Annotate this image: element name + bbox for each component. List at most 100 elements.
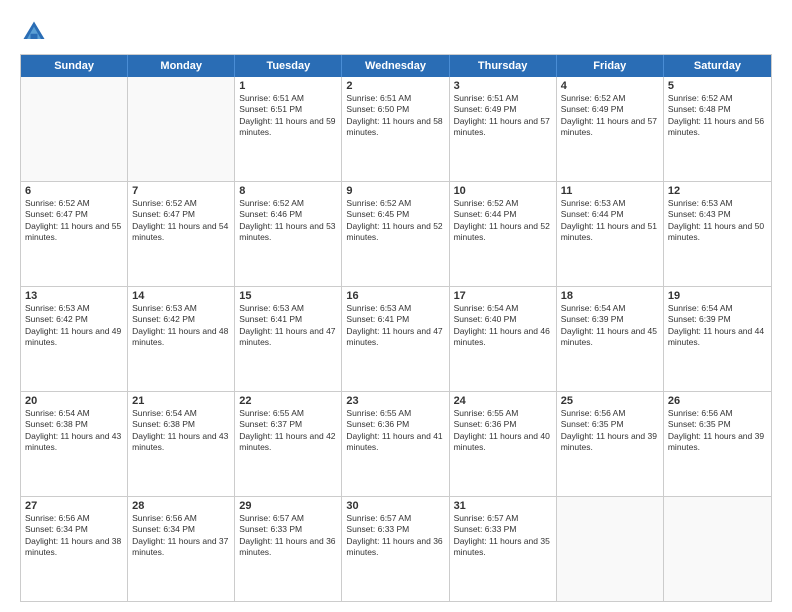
day-number: 6 xyxy=(25,185,123,197)
cell-info: Sunrise: 6:55 AM Sunset: 6:36 PM Dayligh… xyxy=(346,408,444,454)
calendar-cell: 7Sunrise: 6:52 AM Sunset: 6:47 PM Daylig… xyxy=(128,182,235,286)
day-number: 18 xyxy=(561,290,659,302)
calendar-cell: 31Sunrise: 6:57 AM Sunset: 6:33 PM Dayli… xyxy=(450,497,557,601)
day-number: 16 xyxy=(346,290,444,302)
day-number: 7 xyxy=(132,185,230,197)
cell-info: Sunrise: 6:56 AM Sunset: 6:35 PM Dayligh… xyxy=(561,408,659,454)
calendar-cell: 1Sunrise: 6:51 AM Sunset: 6:51 PM Daylig… xyxy=(235,77,342,181)
day-number: 19 xyxy=(668,290,767,302)
day-number: 11 xyxy=(561,185,659,197)
calendar-cell: 19Sunrise: 6:54 AM Sunset: 6:39 PM Dayli… xyxy=(664,287,771,391)
calendar-cell: 23Sunrise: 6:55 AM Sunset: 6:36 PM Dayli… xyxy=(342,392,449,496)
day-number: 5 xyxy=(668,80,767,92)
cell-info: Sunrise: 6:57 AM Sunset: 6:33 PM Dayligh… xyxy=(239,513,337,559)
cell-info: Sunrise: 6:51 AM Sunset: 6:51 PM Dayligh… xyxy=(239,93,337,139)
calendar-cell: 10Sunrise: 6:52 AM Sunset: 6:44 PM Dayli… xyxy=(450,182,557,286)
day-number: 17 xyxy=(454,290,552,302)
day-number: 21 xyxy=(132,395,230,407)
calendar-cell xyxy=(21,77,128,181)
day-number: 30 xyxy=(346,500,444,512)
weekday-header-friday: Friday xyxy=(557,55,664,77)
cell-info: Sunrise: 6:53 AM Sunset: 6:41 PM Dayligh… xyxy=(346,303,444,349)
calendar-cell: 16Sunrise: 6:53 AM Sunset: 6:41 PM Dayli… xyxy=(342,287,449,391)
calendar-row-5: 27 Sunrise: 6:56 AM Sunset: 6:34 PM Dayli… xyxy=(21,496,771,601)
calendar-cell: 29Sunrise: 6:57 AM Sunset: 6:33 PM Dayli… xyxy=(235,497,342,601)
calendar-cell: 30Sunrise: 6:57 AM Sunset: 6:33 PM Dayli… xyxy=(342,497,449,601)
cell-info: Sunrise: 6:55 AM Sunset: 6:37 PM Dayligh… xyxy=(239,408,337,454)
calendar-cell: 9Sunrise: 6:52 AM Sunset: 6:45 PM Daylig… xyxy=(342,182,449,286)
cell-info: Sunrise: 6:56 AM Sunset: 6:35 PM Dayligh… xyxy=(668,408,767,454)
cell-info: Sunrise: 6:55 AM Sunset: 6:36 PM Dayligh… xyxy=(454,408,552,454)
cell-info: Sunrise: 6:54 AM Sunset: 6:38 PM Dayligh… xyxy=(25,408,123,454)
calendar-cell: 8Sunrise: 6:52 AM Sunset: 6:46 PM Daylig… xyxy=(235,182,342,286)
cell-info: Sunrise: 6:54 AM Sunset: 6:40 PM Dayligh… xyxy=(454,303,552,349)
cell-info: Sunrise: 6:53 AM Sunset: 6:41 PM Dayligh… xyxy=(239,303,337,349)
calendar-cell xyxy=(128,77,235,181)
day-number: 13 xyxy=(25,290,123,302)
weekday-header-wednesday: Wednesday xyxy=(342,55,449,77)
cell-info: Sunrise: 6:53 AM Sunset: 6:44 PM Dayligh… xyxy=(561,198,659,244)
day-number: 20 xyxy=(25,395,123,407)
day-number: 26 xyxy=(668,395,767,407)
calendar: SundayMondayTuesdayWednesdayThursdayFrid… xyxy=(20,54,772,602)
calendar-cell: 18Sunrise: 6:54 AM Sunset: 6:39 PM Dayli… xyxy=(557,287,664,391)
cell-info: Sunrise: 6:52 AM Sunset: 6:46 PM Dayligh… xyxy=(239,198,337,244)
page: SundayMondayTuesdayWednesdayThursdayFrid… xyxy=(0,0,792,612)
weekday-header-sunday: Sunday xyxy=(21,55,128,77)
weekday-header-saturday: Saturday xyxy=(664,55,771,77)
calendar-cell: 12Sunrise: 6:53 AM Sunset: 6:43 PM Dayli… xyxy=(664,182,771,286)
cell-info: Sunrise: 6:52 AM Sunset: 6:47 PM Dayligh… xyxy=(25,198,123,244)
day-number: 23 xyxy=(346,395,444,407)
day-number: 15 xyxy=(239,290,337,302)
cell-info: Sunrise: 6:53 AM Sunset: 6:42 PM Dayligh… xyxy=(25,303,123,349)
cell-info: Sunrise: 6:52 AM Sunset: 6:49 PM Dayligh… xyxy=(561,93,659,139)
calendar-cell: 22Sunrise: 6:55 AM Sunset: 6:37 PM Dayli… xyxy=(235,392,342,496)
calendar-cell: 26Sunrise: 6:56 AM Sunset: 6:35 PM Dayli… xyxy=(664,392,771,496)
calendar-row-1: 1Sunrise: 6:51 AM Sunset: 6:51 PM Daylig… xyxy=(21,77,771,181)
cell-info: Sunrise: 6:54 AM Sunset: 6:38 PM Dayligh… xyxy=(132,408,230,454)
day-number: 4 xyxy=(561,80,659,92)
calendar-cell: 27Sunrise: 6:56 AM Sunset: 6:34 PM Dayli… xyxy=(21,497,128,601)
calendar-cell: 6Sunrise: 6:52 AM Sunset: 6:47 PM Daylig… xyxy=(21,182,128,286)
day-number: 10 xyxy=(454,185,552,197)
cell-info: Sunrise: 6:54 AM Sunset: 6:39 PM Dayligh… xyxy=(561,303,659,349)
cell-info: Sunrise: 6:52 AM Sunset: 6:44 PM Dayligh… xyxy=(454,198,552,244)
cell-info: Sunrise: 6:53 AM Sunset: 6:42 PM Dayligh… xyxy=(132,303,230,349)
weekday-header-thursday: Thursday xyxy=(450,55,557,77)
calendar-row-4: 20Sunrise: 6:54 AM Sunset: 6:38 PM Dayli… xyxy=(21,391,771,496)
day-number: 24 xyxy=(454,395,552,407)
weekday-header-tuesday: Tuesday xyxy=(235,55,342,77)
weekday-header-monday: Monday xyxy=(128,55,235,77)
cell-info: Sunrise: 6:57 AM Sunset: 6:33 PM Dayligh… xyxy=(454,513,552,559)
day-number: 29 xyxy=(239,500,337,512)
calendar-cell: 21Sunrise: 6:54 AM Sunset: 6:38 PM Dayli… xyxy=(128,392,235,496)
calendar-header: SundayMondayTuesdayWednesdayThursdayFrid… xyxy=(21,55,771,77)
cell-info: Sunrise: 6:57 AM Sunset: 6:33 PM Dayligh… xyxy=(346,513,444,559)
cell-info: Sunrise: 6:51 AM Sunset: 6:49 PM Dayligh… xyxy=(454,93,552,139)
calendar-cell: 24Sunrise: 6:55 AM Sunset: 6:36 PM Dayli… xyxy=(450,392,557,496)
calendar-cell: 15Sunrise: 6:53 AM Sunset: 6:41 PM Dayli… xyxy=(235,287,342,391)
day-number: 12 xyxy=(668,185,767,197)
calendar-cell: 28Sunrise: 6:56 AM Sunset: 6:34 PM Dayli… xyxy=(128,497,235,601)
day-number: 14 xyxy=(132,290,230,302)
day-number: 3 xyxy=(454,80,552,92)
day-number: 27 xyxy=(25,500,123,512)
day-number: 31 xyxy=(454,500,552,512)
day-number: 25 xyxy=(561,395,659,407)
cell-info: Sunrise: 6:51 AM Sunset: 6:50 PM Dayligh… xyxy=(346,93,444,139)
cell-info: Sunrise: 6:52 AM Sunset: 6:45 PM Dayligh… xyxy=(346,198,444,244)
cell-info: Sunrise: 6:56 AM Sunset: 6:34 PM Dayligh… xyxy=(132,513,230,559)
calendar-cell: 2Sunrise: 6:51 AM Sunset: 6:50 PM Daylig… xyxy=(342,77,449,181)
cell-info: Sunrise: 6:52 AM Sunset: 6:48 PM Dayligh… xyxy=(668,93,767,139)
calendar-body: 1Sunrise: 6:51 AM Sunset: 6:51 PM Daylig… xyxy=(21,77,771,601)
calendar-cell: 13Sunrise: 6:53 AM Sunset: 6:42 PM Dayli… xyxy=(21,287,128,391)
calendar-cell: 17Sunrise: 6:54 AM Sunset: 6:40 PM Dayli… xyxy=(450,287,557,391)
calendar-cell: 5Sunrise: 6:52 AM Sunset: 6:48 PM Daylig… xyxy=(664,77,771,181)
cell-info: Sunrise: 6:52 AM Sunset: 6:47 PM Dayligh… xyxy=(132,198,230,244)
day-number: 9 xyxy=(346,185,444,197)
calendar-cell: 11Sunrise: 6:53 AM Sunset: 6:44 PM Dayli… xyxy=(557,182,664,286)
calendar-cell: 4Sunrise: 6:52 AM Sunset: 6:49 PM Daylig… xyxy=(557,77,664,181)
calendar-cell: 20Sunrise: 6:54 AM Sunset: 6:38 PM Dayli… xyxy=(21,392,128,496)
cell-info: Sunrise: 6:53 AM Sunset: 6:43 PM Dayligh… xyxy=(668,198,767,244)
day-number: 2 xyxy=(346,80,444,92)
